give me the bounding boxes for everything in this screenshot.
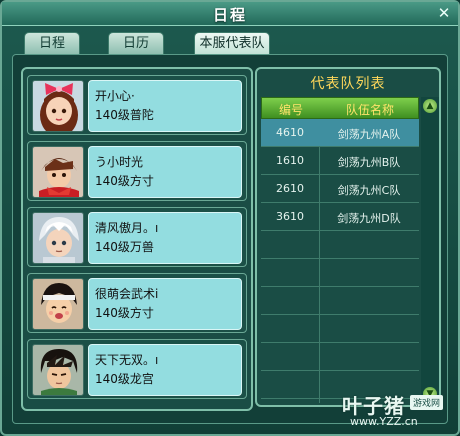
- member-name: 很萌会武术i: [95, 287, 159, 301]
- table-row[interactable]: [261, 259, 419, 287]
- team-list-title: 代表队列表: [310, 76, 386, 92]
- team-list-panel: 代表队列表 编号 队伍名称 4610 剑荡九州A队 1610 剑荡九州B队 26…: [255, 67, 441, 407]
- watermark: 叶子猪 游戏网 www.YZZ.cn: [342, 390, 454, 434]
- team-id: 2610: [276, 182, 304, 195]
- member-card[interactable]: 天下无双。ı 140级龙宫: [27, 339, 247, 399]
- team-list-body: 4610 剑荡九州A队 1610 剑荡九州B队 2610 剑荡九州C队 3610…: [261, 119, 419, 403]
- scrollbar[interactable]: ▲ ▼: [421, 97, 439, 403]
- member-info: 很萌会武术i 140级方寸: [88, 278, 242, 330]
- team-id: 1610: [276, 154, 304, 167]
- member-level: 140级方寸: [95, 306, 154, 320]
- table-row[interactable]: [261, 287, 419, 315]
- table-row[interactable]: [261, 343, 419, 371]
- watermark-url: www.YZZ.cn: [350, 415, 418, 428]
- member-info: 开小心· 140级普陀: [88, 80, 242, 132]
- member-card[interactable]: う小时光 140级方寸: [27, 141, 247, 201]
- member-name: 天下无双。ı: [95, 353, 159, 367]
- tab-schedule[interactable]: 日程: [24, 32, 80, 54]
- member-level: 140级普陀: [95, 108, 154, 122]
- table-row[interactable]: [261, 315, 419, 343]
- table-row[interactable]: 1610 剑荡九州B队: [261, 147, 419, 175]
- team-id: 4610: [276, 126, 304, 139]
- team-list-header: 编号 队伍名称: [261, 97, 419, 119]
- team-name: 剑荡九州D队: [337, 212, 401, 225]
- dark-hair-boy-avatar-icon: [32, 344, 84, 396]
- title-bar[interactable]: 日程 ✕: [2, 2, 458, 26]
- table-row[interactable]: [261, 231, 419, 259]
- team-name: 剑荡九州C队: [337, 184, 401, 197]
- table-row[interactable]: 2610 剑荡九州C队: [261, 175, 419, 203]
- table-row[interactable]: 3610 剑荡九州D队: [261, 203, 419, 231]
- scroll-up-icon[interactable]: ▲: [423, 99, 437, 113]
- watermark-badge: 游戏网: [410, 395, 444, 410]
- member-level: 140级龙宫: [95, 372, 154, 386]
- content-area: 开小心· 140级普陀 う小时光 140级方寸 清风傲月。ı 140级万兽 很萌…: [12, 54, 448, 424]
- member-card[interactable]: 开小心· 140级普陀: [27, 75, 247, 135]
- team-name: 剑荡九州B队: [337, 156, 401, 169]
- table-row[interactable]: 4610 剑荡九州A队: [261, 119, 419, 147]
- close-icon[interactable]: ✕: [436, 5, 452, 21]
- headband-boy-avatar-icon: [32, 278, 84, 330]
- header-id: 编号: [278, 103, 303, 117]
- member-level: 140级万兽: [95, 240, 154, 254]
- team-id: 3610: [276, 210, 304, 223]
- white-hair-avatar-icon: [32, 212, 84, 264]
- tab-calendar[interactable]: 日历: [108, 32, 164, 54]
- girl-bow-avatar-icon: [32, 80, 84, 132]
- member-panel: 开小心· 140级普陀 う小时光 140级方寸 清风傲月。ı 140级万兽 很萌…: [21, 67, 253, 411]
- member-level: 140级方寸: [95, 174, 154, 188]
- member-name: う小时光: [95, 155, 144, 169]
- member-info: 清风傲月。ı 140级万兽: [88, 212, 242, 264]
- schedule-window: 日程 ✕ 日程 日历 本服代表队 开小心· 140级普陀 う小时光 140级方寸…: [0, 0, 460, 436]
- member-name: 开小心·: [95, 89, 135, 103]
- window-title: 日程: [212, 6, 247, 24]
- member-info: う小时光 140级方寸: [88, 146, 242, 198]
- member-name: 清风傲月。ı: [95, 221, 159, 235]
- member-info: 天下无双。ı 140级龙宫: [88, 344, 242, 396]
- header-team-name: 队伍名称: [345, 103, 394, 117]
- boy-red-scarf-avatar-icon: [32, 146, 84, 198]
- member-card[interactable]: 清风傲月。ı 140级万兽: [27, 207, 247, 267]
- tab-server-team[interactable]: 本服代表队: [194, 32, 270, 54]
- team-name: 剑荡九州A队: [337, 128, 401, 141]
- member-card[interactable]: 很萌会武术i 140级方寸: [27, 273, 247, 333]
